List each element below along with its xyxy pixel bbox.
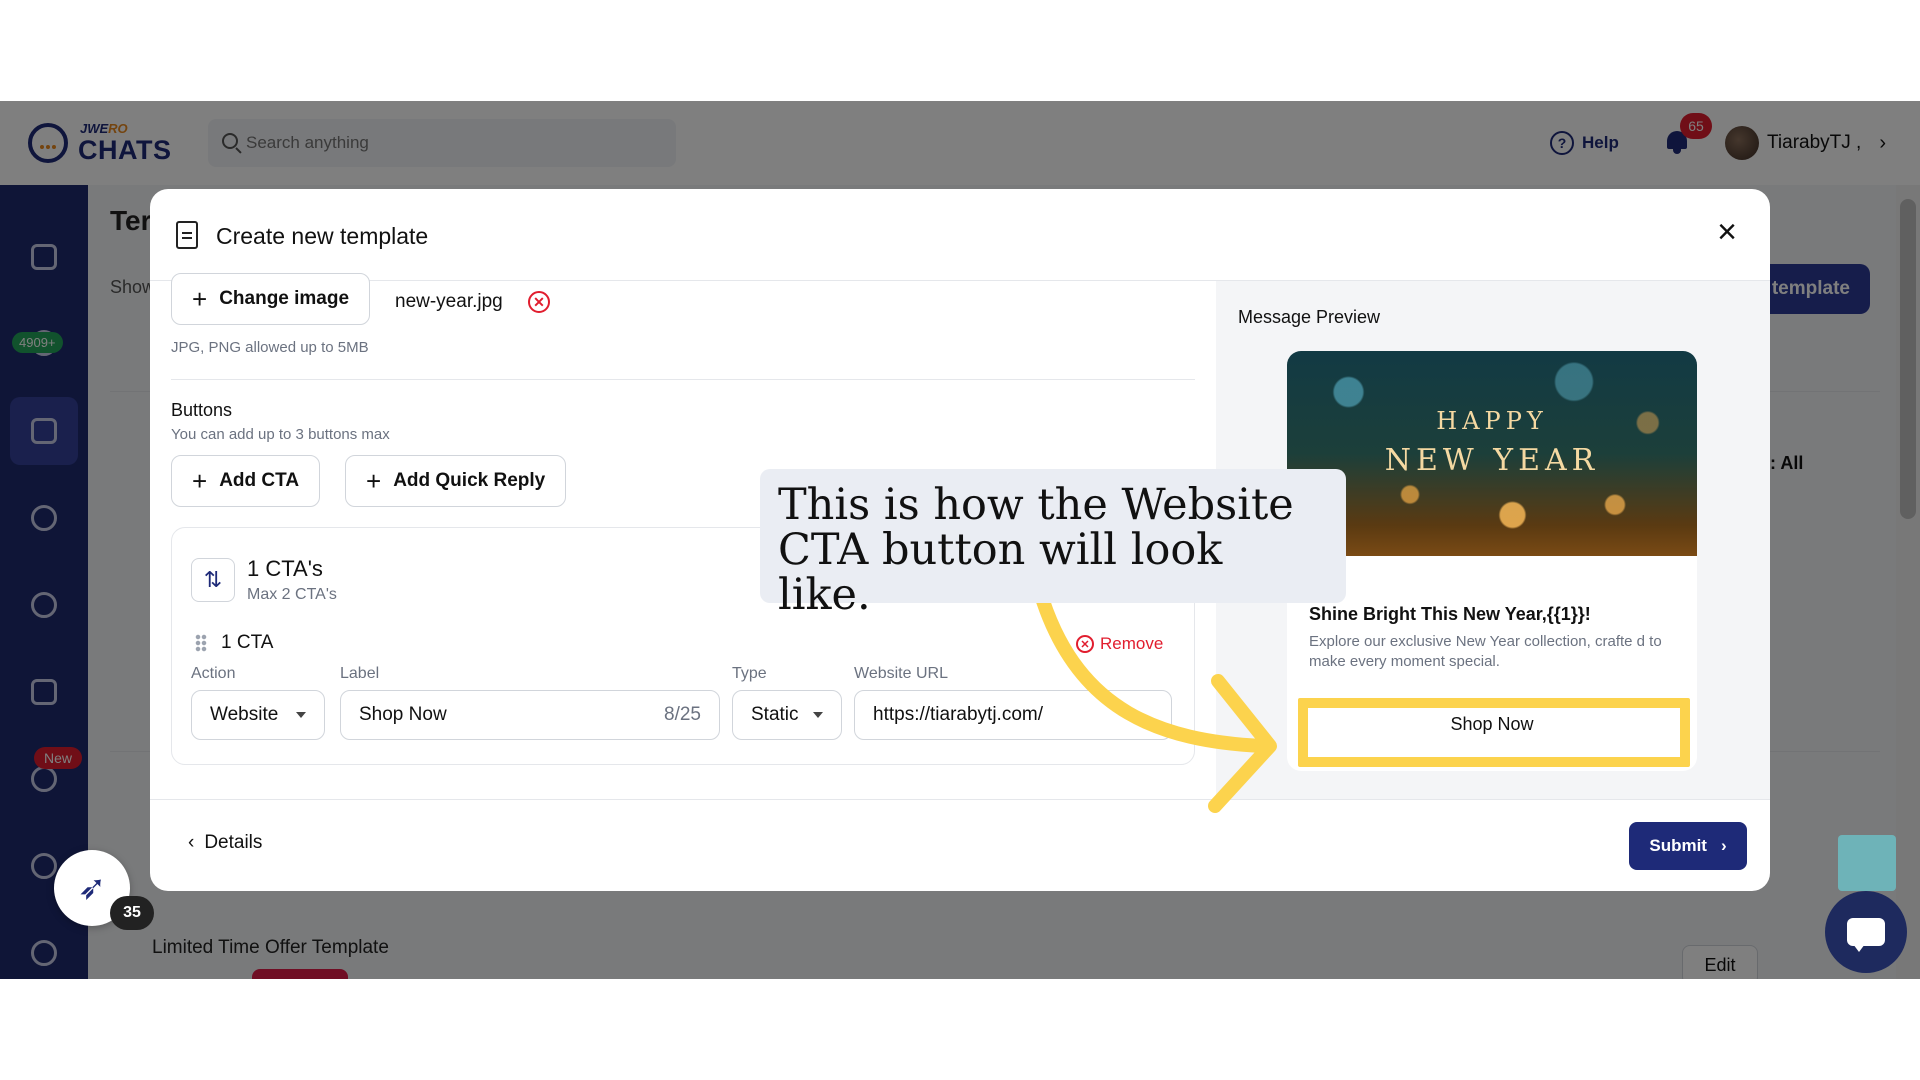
plus-icon: +: [192, 466, 208, 496]
image-file-name: new-year.jpg: [395, 291, 503, 312]
submit-button[interactable]: Submit ›: [1629, 822, 1747, 870]
tutorial-tooltip: This is how the Website CTA button will …: [760, 469, 1346, 618]
remove-image-icon[interactable]: ✕: [528, 291, 550, 313]
cta-item-label: 1 CTA: [221, 632, 274, 653]
remove-icon: ✕: [1076, 635, 1094, 653]
document-icon: [176, 221, 198, 249]
cta-count: 1 CTA's: [247, 556, 323, 581]
back-to-details-button[interactable]: ‹ Details: [188, 832, 262, 854]
cta-max: Max 2 CTA's: [247, 586, 337, 603]
label-field-label: Label: [340, 665, 380, 682]
preview-body: Explore our exclusive New Year collectio…: [1309, 633, 1662, 670]
preview-title: Message Preview: [1238, 307, 1381, 327]
rocket-count-badge: 35: [110, 896, 154, 930]
action-field-label: Action: [191, 665, 236, 682]
highlight-box: [1298, 698, 1690, 767]
url-field-label: Website URL: [854, 665, 948, 682]
label-input[interactable]: Shop Now 8/25: [340, 690, 720, 740]
app-window: JWERO CHATS ? Help 65 TiarabyTJ , ›: [0, 101, 1920, 979]
type-field-label: Type: [732, 665, 767, 682]
chat-bubble-icon: [1847, 918, 1885, 952]
remove-cta-button[interactable]: ✕ Remove: [1076, 634, 1163, 654]
preview-image-text: NEW YEAR: [1384, 443, 1600, 478]
chat-widget-button[interactable]: [1825, 891, 1907, 973]
close-button[interactable]: ×: [1710, 215, 1744, 251]
action-select[interactable]: Website: [191, 690, 325, 740]
plus-icon: +: [192, 284, 208, 314]
type-select[interactable]: Static: [732, 690, 842, 740]
website-url-input[interactable]: https://tiarabytj.com/: [854, 690, 1172, 740]
drag-handle-icon[interactable]: [195, 634, 207, 652]
preview-image: HAPPY NEW YEAR: [1287, 351, 1697, 556]
modal-header: Create new template ×: [150, 189, 1770, 281]
preview-image-text: HAPPY: [1436, 407, 1548, 435]
chevron-left-icon: ‹: [188, 832, 195, 853]
plus-icon: +: [366, 466, 382, 496]
sort-arrows-icon: ⇅: [191, 558, 235, 602]
modal-footer: ‹ Details Submit ›: [150, 799, 1770, 891]
chevron-right-icon: ›: [1720, 836, 1727, 855]
modal-title: Create new template: [216, 223, 429, 249]
divider: [171, 379, 1195, 380]
label-char-counter: 8/25: [664, 704, 701, 725]
preview-heading: Shine Bright This New Year,{{1}}!: [1309, 604, 1591, 624]
caret-down-icon: [296, 712, 306, 718]
gift-icon[interactable]: [1838, 835, 1896, 891]
image-hint: JPG, PNG allowed up to 5MB: [171, 339, 369, 356]
caret-down-icon: [813, 712, 823, 718]
change-image-button[interactable]: + Change image: [171, 273, 371, 325]
rocket-icon: ➶: [77, 869, 107, 907]
buttons-section-title: Buttons: [171, 400, 233, 420]
buttons-section-hint: You can add up to 3 buttons max: [171, 426, 390, 443]
add-cta-button[interactable]: + Add CTA: [171, 455, 321, 507]
add-quick-reply-button[interactable]: + Add Quick Reply: [345, 455, 567, 507]
